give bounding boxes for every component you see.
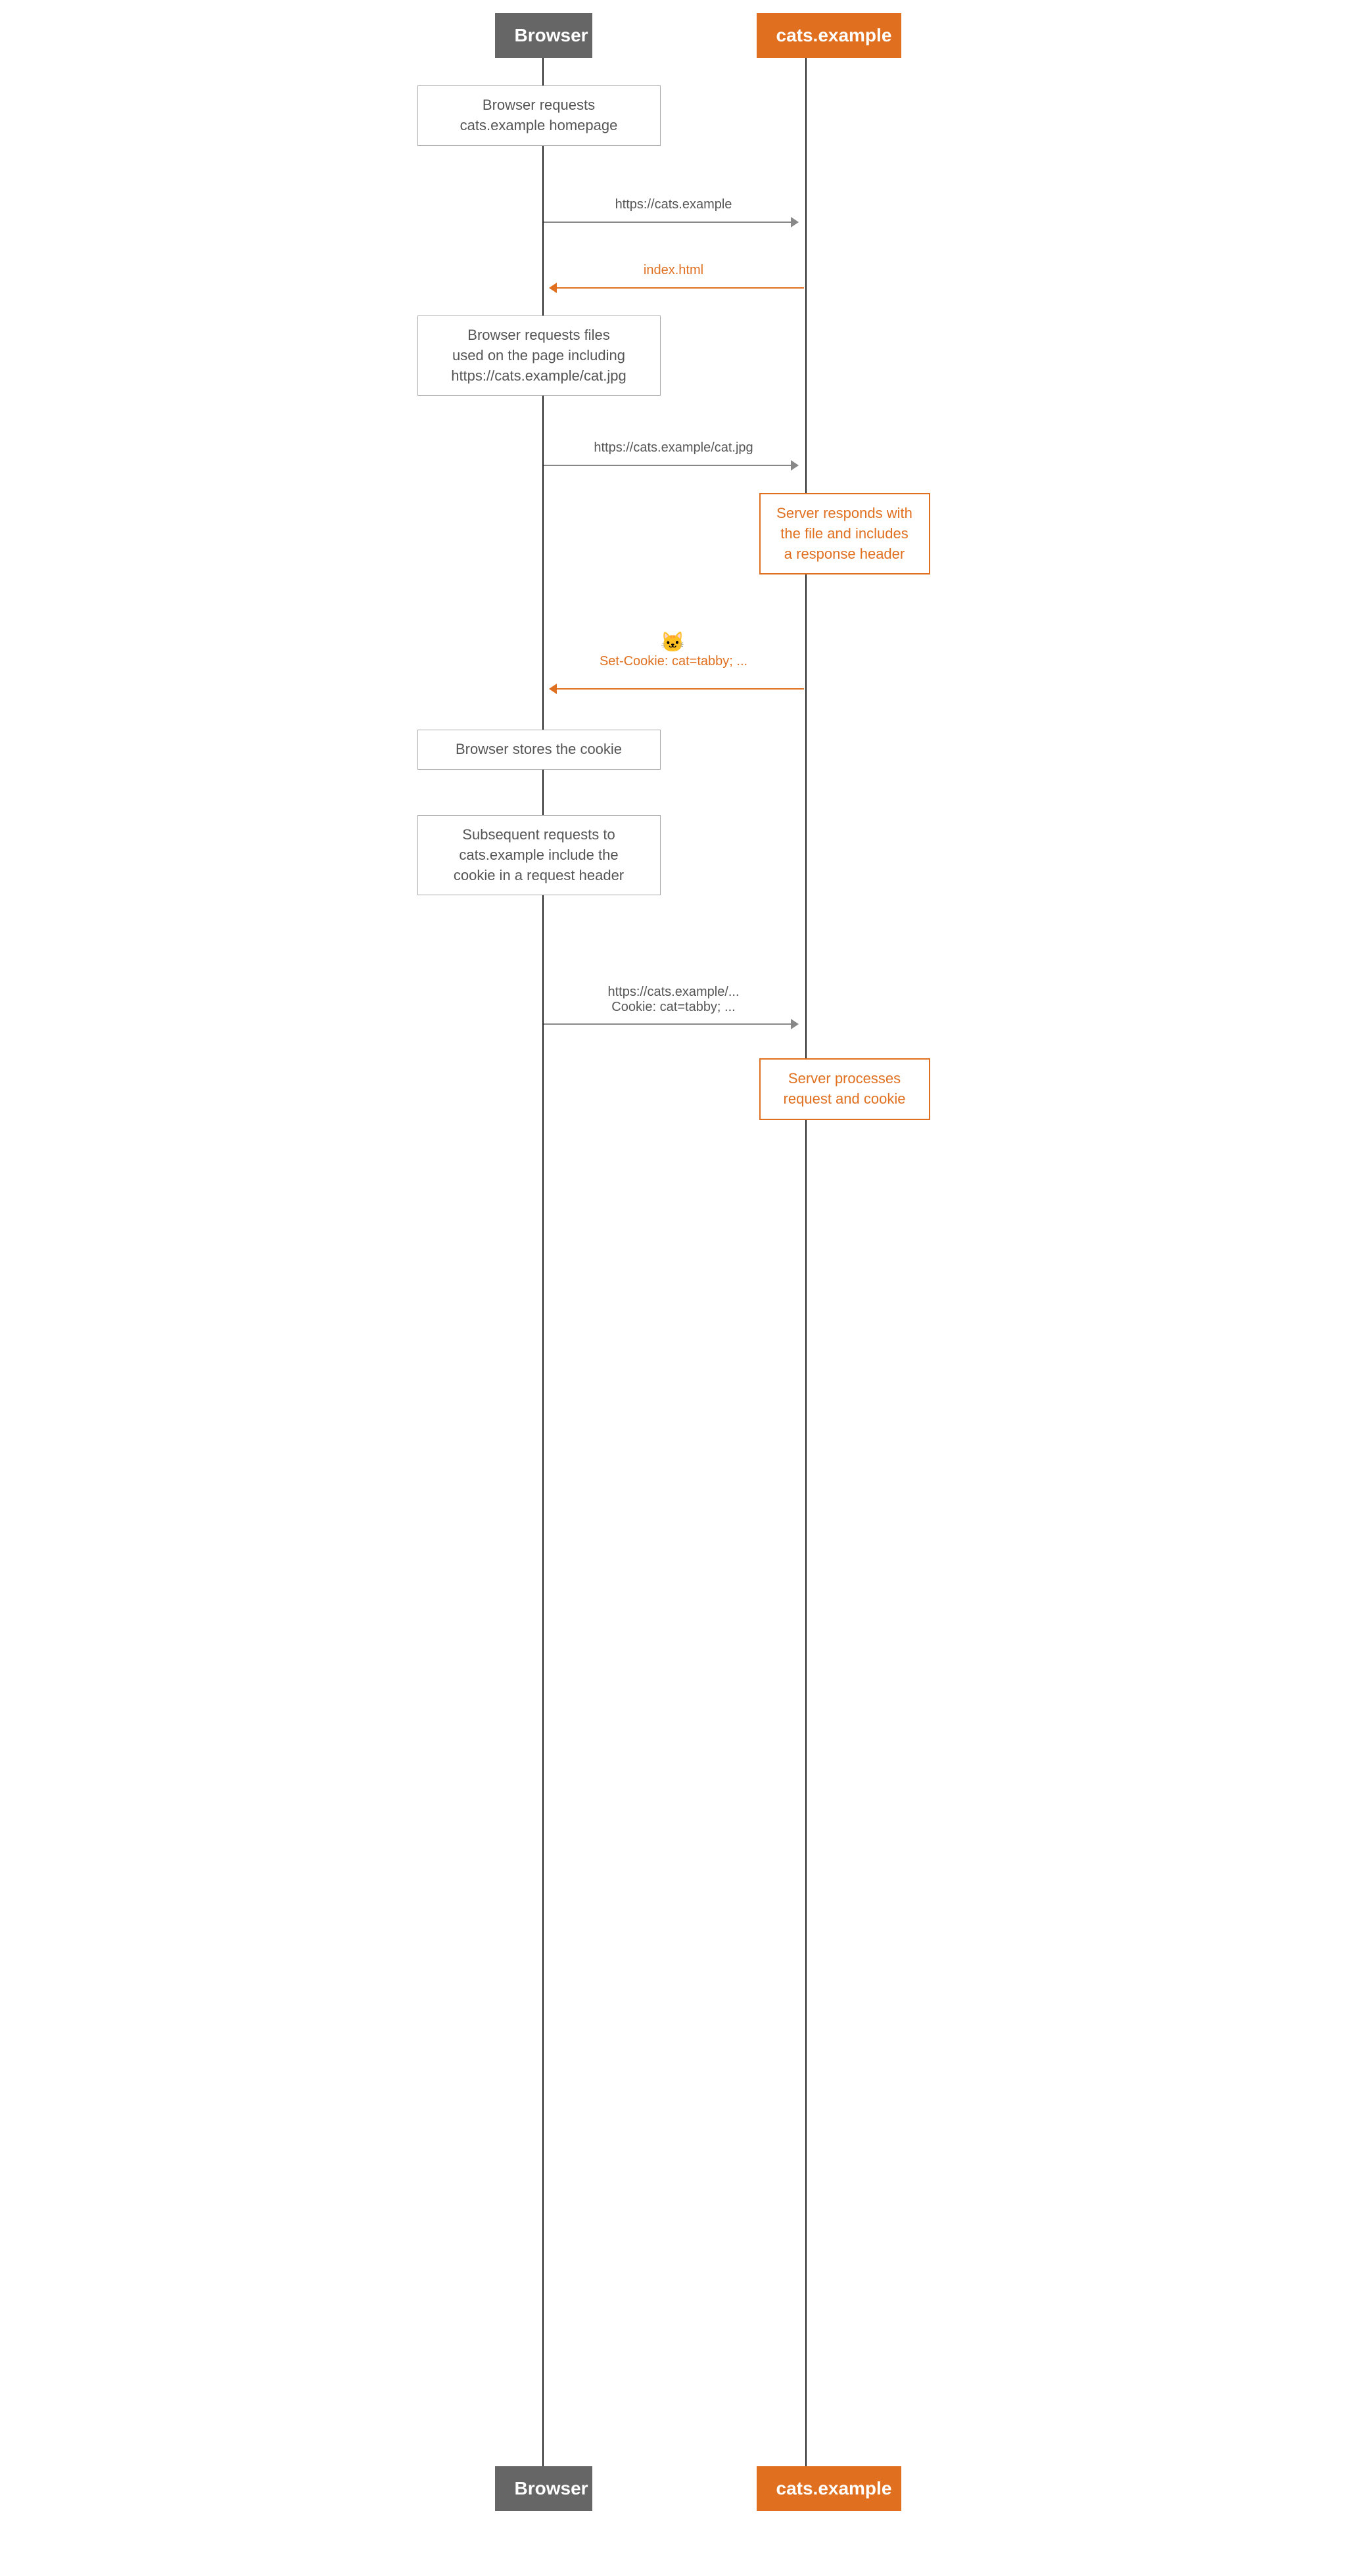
note-browser-requests-homepage: Browser requests cats.example homepage <box>417 85 661 146</box>
actor-server-top: cats.example <box>757 13 901 58</box>
lifeline-server <box>805 13 807 2511</box>
note-subsequent-requests: Subsequent requests to cats.example incl… <box>417 815 661 895</box>
actor-server-bottom: cats.example <box>757 2466 901 2511</box>
actor-browser-bottom: Browser <box>495 2466 592 2511</box>
actor-browser-top: Browser <box>495 13 592 58</box>
sequence-diagram: Browser cats.example Browser requests ca… <box>411 13 937 2511</box>
cat-emoji: 🐱 <box>661 631 685 654</box>
set-cookie-label: Set-Cookie: cat=tabby; ... <box>544 654 804 669</box>
note-browser-stores-cookie: Browser stores the cookie <box>417 730 661 770</box>
note-browser-requests-files: Browser requests files used on the page … <box>417 316 661 396</box>
note-server-processes: Server processes request and cookie <box>759 1058 930 1120</box>
note-server-responds: Server responds with the file and includ… <box>759 493 930 574</box>
